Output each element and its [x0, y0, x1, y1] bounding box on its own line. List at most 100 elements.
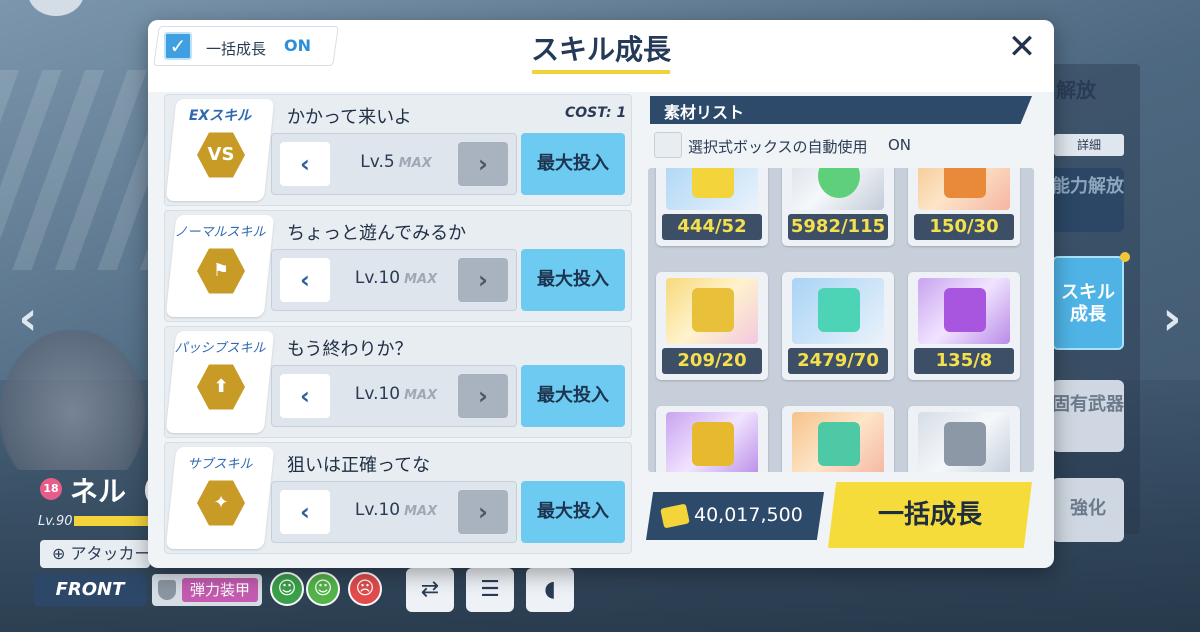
- skill-name: もう終わりか？: [287, 339, 413, 360]
- material-item[interactable]: 2479/70: [782, 272, 894, 380]
- role-label: ⊕ アタッカー: [40, 540, 150, 568]
- max-tag: MAX: [404, 272, 438, 287]
- green-drink-icon: [818, 422, 860, 466]
- credit-value: 40,017,500: [694, 504, 803, 526]
- ex-disc-purple-icon: [944, 288, 986, 332]
- enhance-button[interactable]: 強化: [1052, 478, 1124, 542]
- notification-dot: [1120, 252, 1130, 262]
- material-art: [918, 168, 1010, 210]
- material-art: [666, 168, 758, 210]
- level-text: Lv.5 MAX: [340, 152, 452, 172]
- material-count: 5982/115: [788, 214, 888, 240]
- material-art: [666, 412, 758, 472]
- terrain-good-face-icon: ☺: [270, 572, 304, 606]
- prev-character-arrow-icon[interactable]: ‹: [8, 288, 48, 348]
- level-value: Lv.10: [354, 500, 401, 520]
- material-item[interactable]: 150/30: [908, 168, 1020, 246]
- max-invest-button[interactable]: 最大投入: [521, 365, 625, 427]
- auto-use-state: ON: [888, 136, 912, 154]
- material-item[interactable]: 5982/115: [782, 168, 894, 246]
- character-name: ネル（: [70, 475, 155, 508]
- level-increase-button[interactable]: ›: [458, 258, 508, 302]
- max-invest-button[interactable]: 最大投入: [521, 481, 625, 543]
- max-tag: MAX: [398, 156, 432, 171]
- auto-use-checkbox[interactable]: [654, 132, 682, 158]
- skill-type-label: ノーマルスキル: [174, 225, 266, 240]
- gold-trophy-icon: [692, 168, 734, 198]
- skill-row-ex: EXスキル VS かかって来いよ COST: 1 ‹ Lv.5 MAX › 最大投…: [164, 94, 632, 206]
- ability-release-button[interactable]: 能力解放: [1052, 168, 1124, 232]
- max-tag: MAX: [404, 388, 438, 403]
- skill-name: ちょっと遊んでみるか: [287, 223, 467, 244]
- skill-row-normal: ノーマルスキル ⚑ ちょっと遊んでみるか ‹ Lv.10 MAX › 最大投入: [164, 210, 632, 322]
- skill-type-label: サブスキル: [187, 457, 253, 472]
- cost-label: COST: [565, 105, 607, 121]
- title-underline: [532, 70, 670, 74]
- max-invest-button[interactable]: 最大投入: [521, 133, 625, 195]
- max-invest-button[interactable]: 最大投入: [521, 249, 625, 311]
- level-selector: ‹ Lv.10 MAX ›: [271, 365, 517, 427]
- level-value: Lv.10: [354, 384, 401, 404]
- material-item[interactable]: [656, 406, 768, 472]
- unique-weapon-button[interactable]: 固有武器: [1052, 380, 1124, 452]
- terrain-bad-face-icon: ☹: [348, 572, 382, 606]
- level-decrease-button[interactable]: ‹: [280, 490, 330, 534]
- level-selector: ‹ Lv.10 MAX ›: [271, 249, 517, 311]
- skill-row-sub: サブスキル ✦ 狙いは正確ってな ‹ Lv.10 MAX › 最大投入: [164, 442, 632, 554]
- material-art: [792, 412, 884, 472]
- level-increase-button[interactable]: ›: [458, 374, 508, 418]
- silver-card-icon: [944, 422, 986, 466]
- background-character: [0, 330, 145, 470]
- level-selector: ‹ Lv.10 MAX ›: [271, 481, 517, 543]
- terrain-normal-face-icon: ☺: [306, 572, 340, 606]
- next-character-arrow-icon[interactable]: ›: [1152, 288, 1192, 348]
- material-item[interactable]: [908, 406, 1020, 472]
- skill-growth-button[interactable]: スキル成長: [1052, 256, 1124, 350]
- character-level: Lv.90: [38, 514, 73, 529]
- material-list-title: 素材リスト: [664, 103, 745, 122]
- voice-icon[interactable]: ◖: [526, 568, 574, 612]
- skill-row-passive: パッシブスキル ⬆ もう終わりか？ ‹ Lv.10 MAX › 最大投入: [164, 326, 632, 438]
- level-value: Lv.10: [354, 268, 401, 288]
- level-increase-button[interactable]: ›: [458, 142, 508, 186]
- material-grid[interactable]: 444/52 5982/115 150/30 209/20 2479/70 13…: [648, 168, 1034, 472]
- skill-name: かかって来いよ: [287, 107, 412, 128]
- material-art: [666, 278, 758, 344]
- material-art: [918, 412, 1010, 472]
- character-info: 18 ネル（ Lv.90: [34, 466, 154, 529]
- modal-title: スキル成長: [530, 33, 671, 66]
- exp-bar: [74, 516, 148, 526]
- heart-level-icon: 18: [40, 478, 62, 500]
- shield-icon: [158, 580, 176, 600]
- gold-trophy-icon: [692, 288, 734, 332]
- ex-disc-orange-icon: [944, 168, 986, 198]
- material-count: 444/52: [662, 214, 762, 240]
- material-art: [792, 168, 884, 210]
- max-tag: MAX: [404, 504, 438, 519]
- armor-type: 弾力装甲: [182, 578, 258, 602]
- skill-growth-modal: ✓ 一括成長 ON スキル成長 ✕ EXスキル VS かかって来いよ COST:…: [148, 20, 1054, 568]
- cost-value: : 1: [606, 105, 627, 121]
- bulk-growth-button[interactable]: 一括成長: [828, 482, 1032, 548]
- material-item[interactable]: [782, 406, 894, 472]
- green-orbs-icon: [818, 168, 860, 198]
- level-increase-button[interactable]: ›: [458, 490, 508, 534]
- material-item[interactable]: 444/52: [656, 168, 768, 246]
- level-selector: ‹ Lv.5 MAX ›: [271, 133, 517, 195]
- material-count: 150/30: [914, 214, 1014, 240]
- material-item[interactable]: 209/20: [656, 272, 768, 380]
- detail-button[interactable]: 詳細: [1054, 134, 1124, 156]
- level-decrease-button[interactable]: ‹: [280, 142, 330, 186]
- role-text: アタッカー: [70, 544, 151, 563]
- skill-type-label: EXスキル: [188, 108, 252, 124]
- close-icon[interactable]: ✕: [1004, 30, 1040, 66]
- material-count: 135/8: [914, 348, 1014, 374]
- profile-note-icon[interactable]: ☰: [466, 568, 514, 612]
- skill-cost: COST: 1: [565, 105, 626, 121]
- level-decrease-button[interactable]: ‹: [280, 374, 330, 418]
- position-label: FRONT: [34, 574, 146, 606]
- material-item[interactable]: 135/8: [908, 272, 1020, 380]
- unlock-icon[interactable]: ⇄: [406, 568, 454, 612]
- background-decoration: [0, 70, 150, 270]
- level-decrease-button[interactable]: ‹: [280, 258, 330, 302]
